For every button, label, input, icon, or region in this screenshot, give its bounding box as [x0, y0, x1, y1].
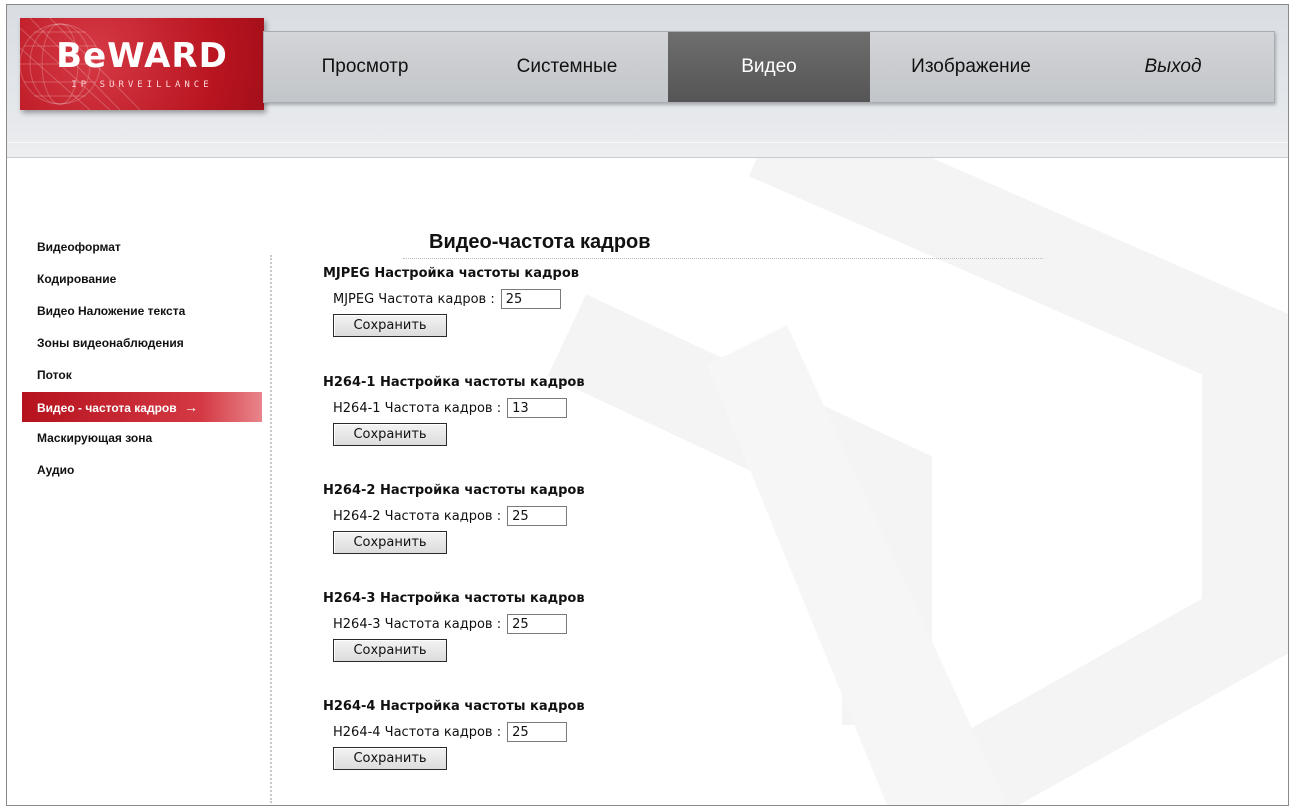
section-title: H264-4 Настройка частоты кадров — [323, 699, 585, 714]
header-divider — [7, 142, 1288, 143]
nav-item-view[interactable]: Просмотр — [264, 32, 466, 102]
h264-3-section: H264-3 Настройка частоты кадров H264-3 Ч… — [323, 590, 723, 662]
nav-item-image[interactable]: Изображение — [870, 32, 1072, 102]
form-row: MJPEG Частота кадров : — [333, 287, 723, 311]
mjpeg-frame-rate-input[interactable] — [500, 289, 561, 309]
mjpeg-save-button[interactable]: Сохранить — [333, 314, 447, 337]
sidebar-item-stream[interactable]: Поток — [22, 359, 262, 391]
h264-2-frame-rate-input[interactable] — [507, 506, 568, 526]
h264-2-save-button[interactable]: Сохранить — [333, 531, 447, 554]
sidebar-divider — [270, 255, 272, 803]
title-divider — [403, 258, 1043, 259]
section-title: MJPEG Настройка частоты кадров — [323, 266, 579, 281]
h264-1-section: H264-1 Настройка частоты кадров H264-1 Ч… — [323, 374, 723, 446]
sidebar-item-audio[interactable]: Аудио — [22, 454, 262, 486]
page-title: Видео-частота кадров — [429, 231, 651, 253]
form-row: H264-4 Частота кадров : — [333, 720, 723, 744]
sidebar-item-privacy-mask[interactable]: Маскирующая зона — [22, 422, 262, 454]
h264-4-save-button[interactable]: Сохранить — [333, 747, 447, 770]
h264-1-frame-rate-input[interactable] — [507, 398, 568, 418]
brand-logo: BeWARD IP SURVEILLANCE — [20, 18, 264, 110]
h264-3-frame-rate-input[interactable] — [507, 614, 568, 634]
field-label: H264-1 Частота кадров : — [333, 400, 502, 416]
section-title: H264-2 Настройка частоты кадров — [323, 483, 585, 498]
field-label: H264-4 Частота кадров : — [333, 724, 502, 740]
section-title: H264-1 Настройка частоты кадров — [323, 375, 585, 390]
top-nav: Просмотр Системные Видео Изображение Вых… — [263, 31, 1275, 103]
nav-item-logout[interactable]: Выход — [1072, 32, 1274, 102]
sidebar-item-frame-rate[interactable]: Видео - частота кадров → — [22, 392, 262, 422]
h264-4-section: H264-4 Настройка частоты кадров H264-4 Ч… — [323, 698, 723, 770]
sidebar: Видеоформат Кодирование Видео Наложение … — [22, 231, 262, 486]
h264-2-section: H264-2 Настройка частоты кадров H264-2 Ч… — [323, 482, 723, 554]
h264-1-save-button[interactable]: Сохранить — [333, 423, 447, 446]
app-window: BeWARD IP SURVEILLANCE Просмотр Системны… — [6, 4, 1289, 806]
field-label: MJPEG Частота кадров : — [333, 291, 495, 307]
h264-3-save-button[interactable]: Сохранить — [333, 639, 447, 662]
sidebar-item-encoding[interactable]: Кодирование — [22, 263, 262, 295]
form-row: H264-2 Частота кадров : — [333, 504, 723, 528]
form-row: H264-1 Частота кадров : — [333, 396, 723, 420]
field-label: H264-3 Частота кадров : — [333, 616, 502, 632]
arrow-right-icon: → — [183, 399, 198, 415]
sidebar-item-video-format[interactable]: Видеоформат — [22, 231, 262, 263]
brand-name: BeWARD — [56, 36, 228, 76]
form-row: H264-3 Частота кадров : — [333, 612, 723, 636]
sidebar-item-label: Видео - частота кадров — [37, 401, 177, 415]
brand-tagline: IP SURVEILLANCE — [71, 80, 213, 90]
field-label: H264-2 Частота кадров : — [333, 508, 502, 524]
sidebar-item-text-overlay[interactable]: Видео Наложение текста — [22, 295, 262, 327]
h264-4-frame-rate-input[interactable] — [507, 722, 568, 742]
mjpeg-section: MJPEG Настройка частоты кадров MJPEG Час… — [323, 265, 723, 337]
nav-item-system[interactable]: Системные — [466, 32, 668, 102]
sidebar-item-motion-zones[interactable]: Зоны видеонаблюдения — [22, 327, 262, 359]
nav-item-video[interactable]: Видео — [668, 32, 870, 102]
section-title: H264-3 Настройка частоты кадров — [323, 591, 585, 606]
